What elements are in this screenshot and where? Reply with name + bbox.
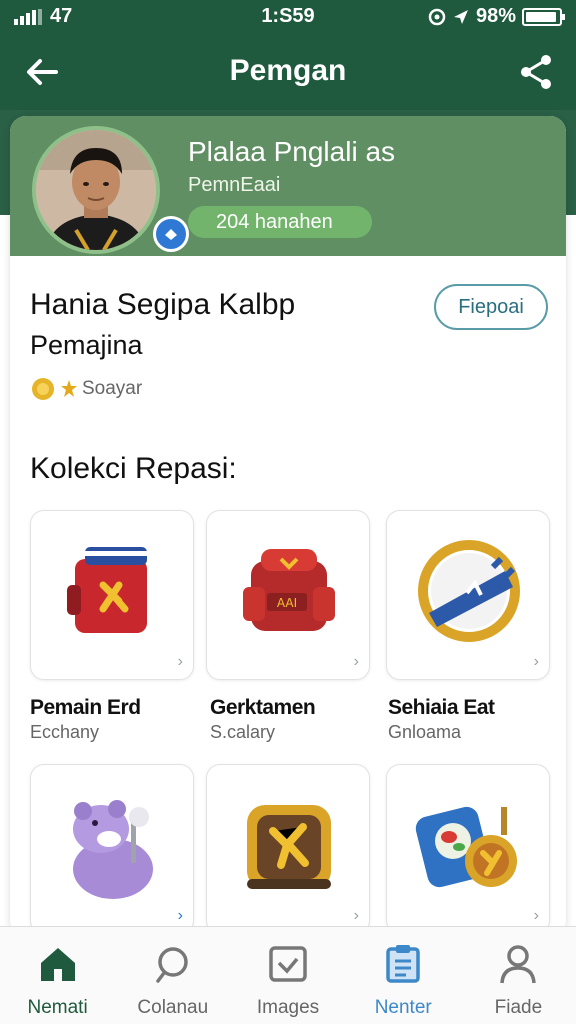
item-name: Gerktamen — [210, 696, 316, 719]
page-title: Pemgan — [229, 54, 347, 87]
nav-item-home[interactable]: Nemati — [0, 927, 115, 1024]
player-name: Plalaa Pnglali as — [188, 136, 396, 167]
avatar[interactable] — [32, 126, 160, 254]
bottom-nav: Nemati Colanau Images Nenter Fiade — [0, 926, 576, 1024]
collection-item[interactable]: › — [386, 510, 550, 680]
rating: Soayar — [30, 376, 142, 402]
location-icon — [453, 9, 468, 24]
battery-icon — [522, 7, 565, 26]
nav-item-search[interactable]: Colanau — [115, 927, 230, 1024]
chevron-right-icon: › — [533, 653, 539, 670]
nav-label: Colanau — [137, 997, 209, 1018]
nav-item-profile[interactable]: Fiade — [461, 927, 576, 1024]
player-photo — [36, 130, 156, 250]
follow-button[interactable]: Fiepoai — [434, 284, 548, 330]
nav-label: Nenter — [374, 997, 432, 1018]
player-role: PemnEaai — [188, 174, 281, 196]
images-icon — [269, 946, 307, 982]
share-icon[interactable] — [516, 50, 556, 94]
chevron-right-icon: › — [177, 653, 183, 670]
club-subtitle: Pemajina — [30, 330, 143, 360]
alarm-icon — [428, 8, 446, 25]
item-category: Ecchany — [30, 722, 100, 742]
item-name: Sehiaia Eat — [388, 696, 495, 719]
collection-title: Kolekci Repasi: — [30, 452, 237, 485]
collection-item[interactable]: › — [30, 510, 194, 680]
item-category: S.calary — [210, 722, 276, 742]
profile-card: Plalaa Pnglali as PemnEaai 204 hanahen H… — [10, 116, 566, 936]
verified-badge-icon — [153, 216, 189, 252]
chevron-right-icon: › — [353, 653, 359, 670]
nav-label: Nemati — [27, 997, 88, 1018]
backpack-icon — [67, 547, 147, 633]
collection-item[interactable]: › — [30, 764, 194, 934]
bear-mascot-icon — [73, 800, 153, 899]
bag-icon: AAI — [243, 549, 335, 631]
rating-label: Soayar — [82, 378, 143, 399]
ring-icon — [418, 540, 520, 642]
profile-icon — [500, 945, 537, 984]
collection-item[interactable]: › — [206, 764, 370, 934]
followers-badge: 204 hanahen — [188, 206, 372, 238]
nav-label: Fiade — [494, 997, 543, 1018]
battery-percent: 98% — [475, 5, 516, 27]
chevron-right-icon: › — [353, 907, 359, 924]
medal-icon — [32, 378, 54, 400]
chevron-right-icon: › — [533, 907, 539, 924]
search-icon — [156, 947, 188, 983]
home-icon — [40, 948, 75, 981]
nav-item-clipboard[interactable]: Nenter — [346, 927, 461, 1024]
nav-item-images[interactable]: Images — [230, 927, 345, 1024]
gold-crate-icon — [247, 805, 331, 889]
chevron-right-icon: › — [177, 907, 183, 924]
compass-icon — [415, 806, 517, 888]
app-bar: Pemgan — [0, 34, 576, 110]
item-category: Gnloama — [388, 722, 462, 742]
star-icon — [61, 380, 77, 397]
club-name: Hania Segipa Kalbp — [30, 288, 296, 321]
nav-label: Images — [256, 997, 320, 1018]
profile-header: Plalaa Pnglali as PemnEaai 204 hanahen — [10, 116, 566, 256]
svg-text:AAI: AAI — [277, 596, 297, 610]
clipboard-icon — [386, 945, 420, 983]
status-bar: 47 1:S59 98% — [0, 0, 576, 34]
item-name: Pemain Erd — [30, 696, 141, 719]
collection-item[interactable]: AAI › — [206, 510, 370, 680]
collection-item[interactable]: › — [386, 764, 550, 934]
